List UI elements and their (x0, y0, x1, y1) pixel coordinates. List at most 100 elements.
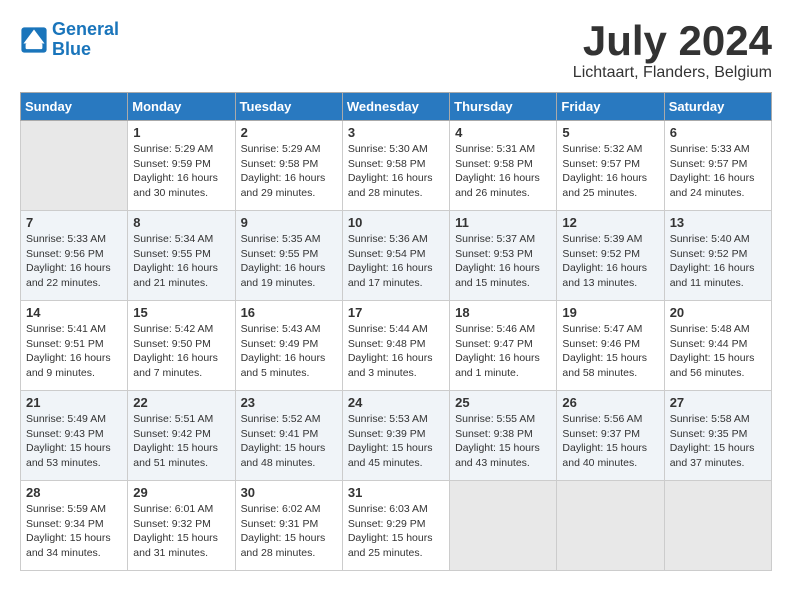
header-saturday: Saturday (664, 93, 771, 121)
calendar-cell-2-6: 20Sunrise: 5:48 AM Sunset: 9:44 PM Dayli… (664, 301, 771, 391)
cell-content: Sunrise: 5:33 AM Sunset: 9:56 PM Dayligh… (26, 232, 122, 291)
day-number: 10 (348, 215, 444, 230)
calendar-cell-2-0: 14 Sunrise: 5:41 AM Sunset: 9:51 PM Dayli… (21, 301, 128, 391)
calendar-cell-3-3: 24 Sunrise: 5:53 AM Sunset: 9:39 PM Dayli… (342, 391, 449, 481)
title-section: July 2024 Lichtaart, Flanders, Belgium (573, 20, 772, 82)
cell-content: Sunrise: 5:49 AM Sunset: 9:43 PM Dayligh… (26, 412, 122, 471)
calendar-cell-2-3: 17 Sunrise: 5:44 AM Sunset: 9:48 PM Dayli… (342, 301, 449, 391)
cell-content: Sunrise: 5:37 AM Sunset: 9:53 PM Dayligh… (455, 232, 551, 291)
day-number: 1 (133, 125, 229, 140)
calendar-cell-0-2: 2 Sunrise: 5:29 AM Sunset: 9:58 PM Daylig… (235, 121, 342, 211)
calendar-cell-3-0: 21 Sunrise: 5:49 AM Sunset: 9:43 PM Dayli… (21, 391, 128, 481)
calendar-cell-2-5: 19 Sunrise: 5:47 AM Sunset: 9:46 PM Dayli… (557, 301, 664, 391)
calendar-cell-1-5: 12 Sunrise: 5:39 AM Sunset: 9:52 PM Dayli… (557, 211, 664, 301)
calendar-cell-3-6: 27 Sunrise: 5:58 AM Sunset: 9:35 PM Dayli… (664, 391, 771, 481)
calendar-row-4: 28 Sunrise: 5:59 AM Sunset: 9:34 PM Dayli… (21, 481, 772, 571)
cell-content: Sunrise: 5:44 AM Sunset: 9:48 PM Dayligh… (348, 322, 444, 381)
day-number: 25 (455, 395, 551, 410)
calendar-cell-4-4 (450, 481, 557, 571)
cell-content: Sunrise: 6:01 AM Sunset: 9:32 PM Dayligh… (133, 502, 229, 561)
day-number: 18 (455, 305, 551, 320)
cell-content: Sunrise: 5:48 AM Sunset: 9:44 PM Dayligh… (670, 322, 766, 381)
calendar-row-3: 21 Sunrise: 5:49 AM Sunset: 9:43 PM Dayli… (21, 391, 772, 481)
day-number: 24 (348, 395, 444, 410)
cell-content: Sunrise: 5:47 AM Sunset: 9:46 PM Dayligh… (562, 322, 658, 381)
calendar-cell-0-3: 3Sunrise: 5:30 AM Sunset: 9:58 PM Daylig… (342, 121, 449, 211)
cell-content: Sunrise: 5:41 AM Sunset: 9:51 PM Dayligh… (26, 322, 122, 381)
cell-content: Sunrise: 5:32 AM Sunset: 9:57 PM Dayligh… (562, 142, 658, 201)
location-title: Lichtaart, Flanders, Belgium (573, 64, 772, 82)
cell-content: Sunrise: 5:53 AM Sunset: 9:39 PM Dayligh… (348, 412, 444, 471)
calendar-cell-2-2: 16 Sunrise: 5:43 AM Sunset: 9:49 PM Dayli… (235, 301, 342, 391)
day-number: 21 (26, 395, 122, 410)
calendar-body: 1Sunrise: 5:29 AM Sunset: 9:59 PM Daylig… (21, 121, 772, 571)
cell-content: Sunrise: 5:35 AM Sunset: 9:55 PM Dayligh… (241, 232, 337, 291)
day-number: 28 (26, 485, 122, 500)
day-number: 27 (670, 395, 766, 410)
cell-content: Sunrise: 5:46 AM Sunset: 9:47 PM Dayligh… (455, 322, 551, 381)
header-friday: Friday (557, 93, 664, 121)
cell-content: Sunrise: 5:34 AM Sunset: 9:55 PM Dayligh… (133, 232, 229, 291)
cell-content: Sunrise: 5:29 AM Sunset: 9:58 PM Dayligh… (241, 142, 337, 201)
month-title: July 2024 (573, 20, 772, 62)
header-monday: Monday (128, 93, 235, 121)
calendar-header: Sunday Monday Tuesday Wednesday Thursday… (21, 93, 772, 121)
calendar-cell-1-6: 13Sunrise: 5:40 AM Sunset: 9:52 PM Dayli… (664, 211, 771, 301)
day-number: 2 (241, 125, 337, 140)
header-sunday: Sunday (21, 93, 128, 121)
calendar-cell-4-0: 28 Sunrise: 5:59 AM Sunset: 9:34 PM Dayli… (21, 481, 128, 571)
day-number: 17 (348, 305, 444, 320)
calendar-row-0: 1Sunrise: 5:29 AM Sunset: 9:59 PM Daylig… (21, 121, 772, 211)
calendar-cell-4-2: 30Sunrise: 6:02 AM Sunset: 9:31 PM Dayli… (235, 481, 342, 571)
cell-content: Sunrise: 5:40 AM Sunset: 9:52 PM Dayligh… (670, 232, 766, 291)
calendar-cell-0-4: 4Sunrise: 5:31 AM Sunset: 9:58 PM Daylig… (450, 121, 557, 211)
day-number: 19 (562, 305, 658, 320)
cell-content: Sunrise: 5:30 AM Sunset: 9:58 PM Dayligh… (348, 142, 444, 201)
calendar-cell-4-6 (664, 481, 771, 571)
calendar-table: Sunday Monday Tuesday Wednesday Thursday… (20, 92, 772, 571)
day-number: 16 (241, 305, 337, 320)
cell-content: Sunrise: 5:39 AM Sunset: 9:52 PM Dayligh… (562, 232, 658, 291)
cell-content: Sunrise: 5:58 AM Sunset: 9:35 PM Dayligh… (670, 412, 766, 471)
day-number: 26 (562, 395, 658, 410)
cell-content: Sunrise: 5:36 AM Sunset: 9:54 PM Dayligh… (348, 232, 444, 291)
calendar-cell-0-0 (21, 121, 128, 211)
header-thursday: Thursday (450, 93, 557, 121)
calendar-cell-1-3: 10 Sunrise: 5:36 AM Sunset: 9:54 PM Dayli… (342, 211, 449, 301)
calendar-cell-3-1: 22Sunrise: 5:51 AM Sunset: 9:42 PM Dayli… (128, 391, 235, 481)
calendar-cell-1-1: 8 Sunrise: 5:34 AM Sunset: 9:55 PM Daylig… (128, 211, 235, 301)
logo-icon (20, 26, 48, 54)
day-number: 29 (133, 485, 229, 500)
calendar-cell-3-2: 23Sunrise: 5:52 AM Sunset: 9:41 PM Dayli… (235, 391, 342, 481)
cell-content: Sunrise: 6:02 AM Sunset: 9:31 PM Dayligh… (241, 502, 337, 561)
cell-content: Sunrise: 5:51 AM Sunset: 9:42 PM Dayligh… (133, 412, 229, 471)
logo: General Blue (20, 20, 119, 60)
day-number: 15 (133, 305, 229, 320)
calendar-cell-4-3: 31Sunrise: 6:03 AM Sunset: 9:29 PM Dayli… (342, 481, 449, 571)
day-number: 6 (670, 125, 766, 140)
cell-content: Sunrise: 5:56 AM Sunset: 9:37 PM Dayligh… (562, 412, 658, 471)
header: General Blue July 2024 Lichtaart, Flande… (20, 20, 772, 82)
header-wednesday: Wednesday (342, 93, 449, 121)
logo-line2: Blue (52, 39, 91, 59)
day-number: 9 (241, 215, 337, 230)
calendar-cell-4-1: 29 Sunrise: 6:01 AM Sunset: 9:32 PM Dayli… (128, 481, 235, 571)
calendar-cell-0-1: 1Sunrise: 5:29 AM Sunset: 9:59 PM Daylig… (128, 121, 235, 211)
header-tuesday: Tuesday (235, 93, 342, 121)
day-number: 7 (26, 215, 122, 230)
calendar-row-1: 7 Sunrise: 5:33 AM Sunset: 9:56 PM Daylig… (21, 211, 772, 301)
calendar-row-2: 14 Sunrise: 5:41 AM Sunset: 9:51 PM Dayli… (21, 301, 772, 391)
day-number: 14 (26, 305, 122, 320)
logo-line1: General (52, 19, 119, 39)
cell-content: Sunrise: 5:31 AM Sunset: 9:58 PM Dayligh… (455, 142, 551, 201)
calendar-cell-1-0: 7 Sunrise: 5:33 AM Sunset: 9:56 PM Daylig… (21, 211, 128, 301)
cell-content: Sunrise: 5:59 AM Sunset: 9:34 PM Dayligh… (26, 502, 122, 561)
day-number: 12 (562, 215, 658, 230)
cell-content: Sunrise: 5:52 AM Sunset: 9:41 PM Dayligh… (241, 412, 337, 471)
cell-content: Sunrise: 5:43 AM Sunset: 9:49 PM Dayligh… (241, 322, 337, 381)
cell-content: Sunrise: 5:55 AM Sunset: 9:38 PM Dayligh… (455, 412, 551, 471)
calendar-cell-2-4: 18 Sunrise: 5:46 AM Sunset: 9:47 PM Dayli… (450, 301, 557, 391)
day-number: 8 (133, 215, 229, 230)
calendar-cell-1-2: 9 Sunrise: 5:35 AM Sunset: 9:55 PM Daylig… (235, 211, 342, 301)
calendar-cell-2-1: 15Sunrise: 5:42 AM Sunset: 9:50 PM Dayli… (128, 301, 235, 391)
